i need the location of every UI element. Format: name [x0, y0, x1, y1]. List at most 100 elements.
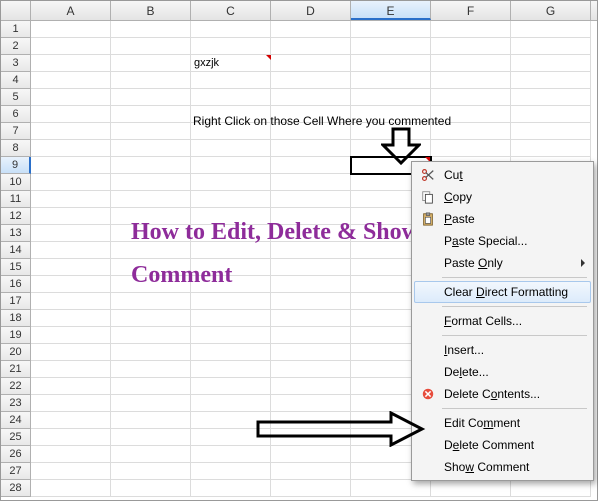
cell-C23[interactable]: [191, 395, 271, 412]
cell-D19[interactable]: [271, 327, 351, 344]
cell-D15[interactable]: [271, 259, 351, 276]
cell-D27[interactable]: [271, 463, 351, 480]
cell-C22[interactable]: [191, 378, 271, 395]
row-header-26[interactable]: 26: [1, 446, 31, 463]
menu-item-cut[interactable]: Cut: [414, 164, 591, 186]
row-header-15[interactable]: 15: [1, 259, 31, 276]
cell-C17[interactable]: [191, 293, 271, 310]
cell-F28[interactable]: [431, 480, 511, 497]
cell-B21[interactable]: [111, 361, 191, 378]
context-menu[interactable]: CutCopyPastePaste Special...Paste OnlyCl…: [411, 161, 594, 481]
cell-C14[interactable]: [191, 242, 271, 259]
row-header-9[interactable]: 9: [1, 157, 31, 174]
cell-D18[interactable]: [271, 310, 351, 327]
cell-D13[interactable]: [271, 225, 351, 242]
cell-B16[interactable]: [111, 276, 191, 293]
cell-B18[interactable]: [111, 310, 191, 327]
cell-C26[interactable]: [191, 446, 271, 463]
cell-B7[interactable]: [111, 123, 191, 140]
cell-C8[interactable]: [191, 140, 271, 157]
cell-D4[interactable]: [271, 72, 351, 89]
cell-A9[interactable]: [31, 157, 111, 174]
cell-A21[interactable]: [31, 361, 111, 378]
cell-G28[interactable]: [511, 480, 591, 497]
row-header-24[interactable]: 24: [1, 412, 31, 429]
menu-item-paste-special[interactable]: Paste Special...: [414, 230, 591, 252]
cell-D22[interactable]: [271, 378, 351, 395]
column-header-B[interactable]: B: [111, 1, 191, 20]
cell-C24[interactable]: [191, 412, 271, 429]
cell-B20[interactable]: [111, 344, 191, 361]
cell-D10[interactable]: [271, 174, 351, 191]
cell-C28[interactable]: [191, 480, 271, 497]
menu-item-delete[interactable]: Delete...: [414, 361, 591, 383]
menu-item-format-cells[interactable]: Format Cells...: [414, 310, 591, 332]
cell-C7[interactable]: [191, 123, 271, 140]
cell-D1[interactable]: [271, 21, 351, 38]
cell-G3[interactable]: [511, 55, 591, 72]
cell-C21[interactable]: [191, 361, 271, 378]
cell-A8[interactable]: [31, 140, 111, 157]
cell-F3[interactable]: [431, 55, 511, 72]
cell-D26[interactable]: [271, 446, 351, 463]
row-header-5[interactable]: 5: [1, 89, 31, 106]
row-header-7[interactable]: 7: [1, 123, 31, 140]
menu-item-delete-comment[interactable]: Delete Comment: [414, 434, 591, 456]
cell-A28[interactable]: [31, 480, 111, 497]
cell-B2[interactable]: [111, 38, 191, 55]
row-header-3[interactable]: 3: [1, 55, 31, 72]
cell-B17[interactable]: [111, 293, 191, 310]
cell-B8[interactable]: [111, 140, 191, 157]
cell-C6[interactable]: [191, 106, 271, 123]
column-header-C[interactable]: C: [191, 1, 271, 20]
cell-C20[interactable]: [191, 344, 271, 361]
cell-B9[interactable]: [111, 157, 191, 174]
cell-G5[interactable]: [511, 89, 591, 106]
cell-B24[interactable]: [111, 412, 191, 429]
select-all-corner[interactable]: [1, 1, 31, 20]
cell-A18[interactable]: [31, 310, 111, 327]
cell-C18[interactable]: [191, 310, 271, 327]
cell-A19[interactable]: [31, 327, 111, 344]
cell-A11[interactable]: [31, 191, 111, 208]
cell-A10[interactable]: [31, 174, 111, 191]
cell-D17[interactable]: [271, 293, 351, 310]
column-header-E[interactable]: E: [351, 1, 431, 20]
cell-D20[interactable]: [271, 344, 351, 361]
row-header-11[interactable]: 11: [1, 191, 31, 208]
cell-D2[interactable]: [271, 38, 351, 55]
cell-C25[interactable]: [191, 429, 271, 446]
cell-D3[interactable]: [271, 55, 351, 72]
row-header-18[interactable]: 18: [1, 310, 31, 327]
cell-C16[interactable]: [191, 276, 271, 293]
cell-D8[interactable]: [271, 140, 351, 157]
cell-C11[interactable]: [191, 191, 271, 208]
cell-C4[interactable]: [191, 72, 271, 89]
menu-item-show-comment[interactable]: Show Comment: [414, 456, 591, 478]
row-header-28[interactable]: 28: [1, 480, 31, 497]
cell-D23[interactable]: [271, 395, 351, 412]
row-header-2[interactable]: 2: [1, 38, 31, 55]
cell-A12[interactable]: [31, 208, 111, 225]
cell-A14[interactable]: [31, 242, 111, 259]
row-header-20[interactable]: 20: [1, 344, 31, 361]
menu-item-paste[interactable]: Paste: [414, 208, 591, 230]
cell-A5[interactable]: [31, 89, 111, 106]
cell-G7[interactable]: [511, 123, 591, 140]
cell-F4[interactable]: [431, 72, 511, 89]
column-header-D[interactable]: D: [271, 1, 351, 20]
cell-D24[interactable]: [271, 412, 351, 429]
cell-B28[interactable]: [111, 480, 191, 497]
cell-A25[interactable]: [31, 429, 111, 446]
menu-item-paste-only[interactable]: Paste Only: [414, 252, 591, 274]
row-header-14[interactable]: 14: [1, 242, 31, 259]
cell-G4[interactable]: [511, 72, 591, 89]
cell-F7[interactable]: [431, 123, 511, 140]
menu-item-edit-comment[interactable]: Edit Comment: [414, 412, 591, 434]
cell-C5[interactable]: [191, 89, 271, 106]
row-header-13[interactable]: 13: [1, 225, 31, 242]
menu-item-delete-contents[interactable]: Delete Contents...: [414, 383, 591, 405]
cell-A6[interactable]: [31, 106, 111, 123]
cell-A22[interactable]: [31, 378, 111, 395]
cell-A4[interactable]: [31, 72, 111, 89]
